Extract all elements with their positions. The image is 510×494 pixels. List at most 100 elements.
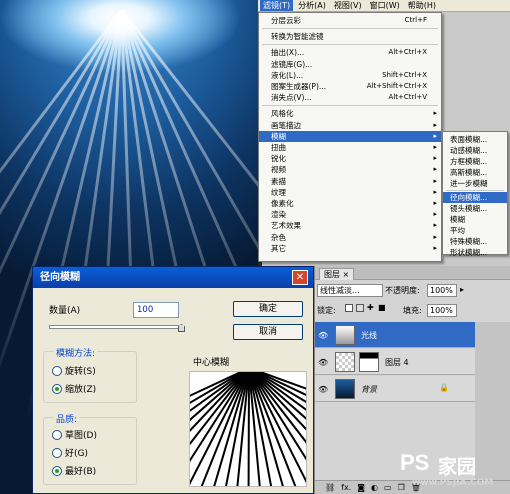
- filter-menu-item[interactable]: 渲染 ▸: [259, 209, 441, 220]
- filter-menu-item[interactable]: 液化(L)... Shift+Ctrl+X: [259, 70, 441, 81]
- amount-input[interactable]: 100: [133, 302, 179, 318]
- filter-menu-item[interactable]: 视频 ▸: [259, 164, 441, 175]
- layer-row-layer4[interactable]: 👁 图层 4: [315, 349, 475, 375]
- blur-submenu-item[interactable]: 进一步模糊: [443, 178, 507, 189]
- menu-item-shortcut: Alt+Ctrl+V: [388, 93, 427, 102]
- mask-icon[interactable]: ◙: [357, 483, 365, 492]
- menu-item-label: 模糊: [271, 131, 286, 141]
- layer-row-background[interactable]: 👁 背景 🔒: [315, 376, 475, 402]
- submenu-arrow-icon: ▸: [433, 199, 437, 207]
- blur-submenu-item[interactable]: 镜头模糊...: [443, 203, 507, 214]
- filter-menu-item[interactable]: 杂色 ▸: [259, 232, 441, 243]
- blur-submenu-item[interactable]: 平均: [443, 225, 507, 236]
- menu-view[interactable]: 视图(V): [331, 0, 365, 11]
- adjust-icon[interactable]: ◐: [371, 483, 378, 492]
- tab-layers[interactable]: 图层 ×: [319, 268, 355, 280]
- lock-position-icon[interactable]: ✚: [367, 304, 375, 312]
- menu-item-label: 扭曲: [271, 143, 286, 152]
- filter-menu-item[interactable]: 画笔描边 ▸: [259, 120, 441, 131]
- filter-menu-item[interactable]: 风格化 ▸: [259, 108, 441, 119]
- filter-menu-item[interactable]: 抽出(X)... Alt+Ctrl+X: [259, 47, 441, 58]
- submenu-arrow-icon: ▸: [433, 176, 437, 185]
- visibility-eye-icon[interactable]: 👁: [318, 385, 328, 394]
- layer-mask-thumbnail[interactable]: [359, 352, 379, 372]
- layer-thumbnail: [335, 379, 355, 399]
- filter-menu-item[interactable]: 转换为智能滤镜: [259, 31, 441, 42]
- filter-menu-item[interactable]: 模糊 ▸: [259, 130, 441, 142]
- amount-slider-track[interactable]: [49, 325, 183, 329]
- menu-item-label: 抽出(X)...: [271, 48, 305, 58]
- filter-menu-item[interactable]: 素描 ▸: [259, 176, 441, 187]
- filter-menu-item[interactable]: 扭曲 ▸: [259, 142, 441, 153]
- menu-item-label: 消失点(V)...: [271, 93, 312, 103]
- menu-item-label: 锐化: [271, 154, 286, 164]
- watermark-logo: PS 家园 www.PSJIA.COM: [400, 448, 510, 494]
- filter-menu-item[interactable]: 分层云彩 Ctrl+F: [259, 15, 441, 26]
- filter-menu-item[interactable]: 消失点(V)... Alt+Ctrl+V: [259, 92, 441, 103]
- filter-menu-item[interactable]: 锐化 ▸: [259, 153, 441, 164]
- blur-submenu-item[interactable]: 特殊模糊...: [443, 236, 507, 247]
- opacity-arrow-icon[interactable]: ▸: [460, 285, 464, 294]
- method-spin-option[interactable]: 旋转(S): [52, 364, 96, 377]
- visibility-eye-icon[interactable]: 👁: [318, 331, 328, 340]
- lock-transparent-icon[interactable]: [345, 304, 353, 312]
- menu-item-label: 素描: [271, 176, 286, 186]
- layers-tab-bar: 图层 ×: [315, 266, 510, 280]
- visibility-eye-icon[interactable]: 👁: [318, 358, 328, 367]
- lock-all-icon[interactable]: ■: [378, 304, 386, 312]
- filter-menu-item[interactable]: 滤镜库(G)...: [259, 59, 441, 70]
- quality-draft-option[interactable]: 草图(D): [52, 428, 97, 441]
- radio-icon[interactable]: [52, 365, 62, 376]
- blend-mode-select[interactable]: 线性减淡...: [317, 284, 383, 297]
- menu-item-label: 液化(L)...: [271, 70, 304, 80]
- menu-item-label: 转换为智能滤镜: [271, 32, 324, 42]
- opacity-input[interactable]: 100%: [427, 284, 457, 297]
- cancel-button[interactable]: 取消: [233, 324, 303, 340]
- filter-menu-item[interactable]: 艺术效果 ▸: [259, 220, 441, 231]
- blur-submenu-item[interactable]: 模糊: [443, 214, 507, 225]
- menu-item-label: 杂色: [271, 232, 286, 242]
- tab-close-icon[interactable]: ×: [343, 270, 350, 279]
- menu-filter[interactable]: 滤镜(T): [260, 0, 294, 11]
- method-zoom-option[interactable]: 缩放(Z): [52, 382, 96, 395]
- filter-menu-item[interactable]: 其它 ▸: [259, 243, 441, 254]
- menu-separator: [446, 190, 504, 191]
- watermark-url: www.PSJIA.COM: [412, 478, 494, 488]
- blur-submenu-item[interactable]: 方框模糊...: [443, 156, 507, 167]
- menu-separator: [262, 28, 438, 30]
- lock-image-icon[interactable]: [356, 304, 364, 312]
- blur-submenu-item[interactable]: 表面模糊...: [443, 134, 507, 145]
- blur-method-group: 模糊方法: 旋转(S) 缩放(Z): [43, 346, 137, 403]
- fill-input[interactable]: 100%: [427, 304, 457, 317]
- filter-menu-item[interactable]: 像素化 ▸: [259, 198, 441, 209]
- radio-selected-icon[interactable]: [52, 465, 62, 476]
- radio-icon[interactable]: [52, 429, 62, 440]
- menu-item-label: 分层云彩: [271, 16, 301, 25]
- menu-item-shortcut: Shift+Ctrl+X: [382, 70, 427, 79]
- quality-good-option[interactable]: 好(G): [52, 446, 88, 459]
- close-button[interactable]: ✕: [292, 270, 308, 285]
- submenu-arrow-icon: ▸: [433, 109, 437, 118]
- menu-item-shortcut: Ctrl+F: [404, 16, 427, 24]
- blur-submenu-item[interactable]: 动感模糊...: [443, 145, 507, 156]
- link-icon[interactable]: ⛓: [325, 483, 335, 492]
- menu-help[interactable]: 帮助(H): [405, 0, 439, 11]
- fx-icon[interactable]: fx.: [341, 483, 351, 492]
- folder-icon[interactable]: ▭: [384, 483, 392, 492]
- radio-selected-icon[interactable]: [52, 383, 62, 394]
- filter-menu-item[interactable]: 纹理 ▸: [259, 187, 441, 198]
- layer-name: 光线: [361, 331, 377, 340]
- blur-center-preview[interactable]: [189, 371, 307, 487]
- blur-submenu-item[interactable]: 高斯模糊...: [443, 167, 507, 178]
- blur-submenu-item[interactable]: 形状模糊...: [443, 247, 507, 258]
- ok-button[interactable]: 确定: [233, 301, 303, 317]
- menu-item-label: 视频: [271, 165, 286, 175]
- menu-analysis[interactable]: 分析(A): [295, 0, 329, 11]
- menu-window[interactable]: 窗口(W): [367, 0, 403, 11]
- quality-best-option[interactable]: 最好(B): [52, 464, 96, 477]
- layer-row-light[interactable]: 👁 光线: [315, 322, 475, 348]
- blur-submenu-item[interactable]: 径向模糊...: [443, 192, 507, 203]
- center-blur-label: 中心模糊: [193, 358, 230, 368]
- filter-menu-item[interactable]: 图案生成器(P)... Alt+Shift+Ctrl+X: [259, 81, 441, 92]
- radio-icon[interactable]: [52, 447, 62, 458]
